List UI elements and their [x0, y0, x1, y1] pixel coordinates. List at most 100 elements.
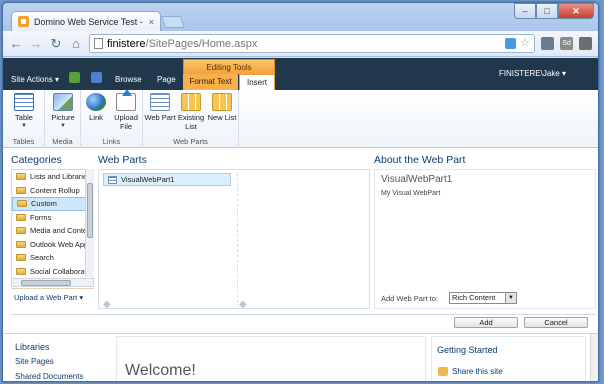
list-item-selected[interactable]: Custom: [12, 197, 92, 211]
tab-format-text[interactable]: Format Text: [183, 74, 238, 90]
new-list-label: New List: [207, 113, 237, 122]
table-icon: [14, 93, 34, 111]
list-item[interactable]: Media and Content: [12, 224, 92, 238]
category-label: Custom: [31, 199, 57, 209]
new-tab-button[interactable]: [160, 16, 186, 28]
list-item[interactable]: Content Rollup: [12, 184, 92, 198]
cancel-button[interactable]: Cancel: [524, 317, 588, 328]
window-controls: – □ ✕: [514, 3, 594, 19]
minimize-button[interactable]: –: [514, 3, 536, 19]
upload-icon: [116, 89, 136, 111]
list-item[interactable]: Forms: [12, 211, 92, 225]
new-list-button[interactable]: New List: [205, 93, 239, 122]
next-page-icon[interactable]: ◆: [239, 299, 247, 310]
list-item[interactable]: Social Collaboration: [12, 265, 92, 279]
web-part-icon: [150, 93, 170, 111]
folder-icon: [16, 173, 26, 181]
table-button[interactable]: Table ▼: [7, 93, 41, 131]
categories-list: Lists and Libraries Content Rollup Custo…: [11, 169, 93, 287]
existing-list-label: Existing List: [177, 113, 205, 131]
page-vertical-scrollbar[interactable]: [590, 334, 598, 381]
web-part-button[interactable]: Web Part: [143, 93, 177, 122]
user-menu[interactable]: FINISTERE\Jake ▾: [499, 69, 566, 78]
picture-button-label: Picture: [51, 113, 75, 122]
editing-tools-group: Editing Tools: [183, 59, 275, 74]
share-icon: [438, 367, 448, 376]
upload-web-part-menu[interactable]: Upload a Web Part ▾: [14, 293, 83, 302]
page-icon: [94, 38, 103, 49]
about-web-part-panel: VisualWebPart1 My Visual WebPart Add Web…: [374, 169, 596, 309]
chevron-down-icon: ▼: [60, 123, 66, 129]
category-label: Lists and Libraries: [30, 172, 91, 182]
existing-list-button[interactable]: Existing List: [174, 93, 208, 131]
quick-launch-heading[interactable]: Libraries: [15, 342, 50, 352]
add-web-part-to-select[interactable]: Rich Content ▼: [449, 292, 517, 304]
web-part-icon: [108, 175, 117, 184]
ribbon-group-label: Tables: [12, 137, 35, 146]
divider: [11, 314, 596, 315]
about-web-part-description: My Visual WebPart: [381, 190, 441, 197]
picture-button[interactable]: Picture ▼: [46, 93, 80, 131]
back-button[interactable]: ←: [9, 37, 23, 50]
bookmark-star-icon[interactable]: ☆: [520, 38, 530, 49]
tab-browse[interactable]: Browse: [115, 75, 142, 84]
tab-insert[interactable]: Insert: [239, 74, 275, 90]
web-part-label: VisualWebPart1: [121, 175, 175, 184]
reload-button[interactable]: ↻: [49, 37, 63, 50]
navigate-up-icon[interactable]: [69, 72, 80, 83]
share-this-site-link[interactable]: Share this site: [452, 367, 503, 376]
chevron-down-icon[interactable]: ▼: [505, 293, 516, 303]
folder-icon: [16, 254, 26, 262]
ribbon-group-label: Media: [52, 137, 73, 146]
upload-file-button[interactable]: Upload File: [109, 89, 143, 131]
list-item[interactable]: Search: [12, 251, 92, 265]
getting-started-heading: Getting Started: [437, 345, 498, 355]
folder-icon: [16, 227, 26, 235]
category-label: Forms: [30, 212, 52, 222]
sharepoint-suite-bar: Site Actions ▾ Browse Page Editing Tools…: [3, 58, 598, 90]
maximize-button[interactable]: □: [536, 3, 558, 19]
globe-link-icon: [86, 93, 106, 111]
extension-icon[interactable]: [505, 38, 517, 49]
url-path: /SitePages/Home.aspx: [145, 37, 258, 50]
home-button[interactable]: ⌂: [69, 37, 83, 50]
site-actions-menu[interactable]: Site Actions ▾: [11, 75, 59, 84]
link-button-label: Link: [89, 113, 103, 122]
list-item[interactable]: Lists and Libraries: [12, 170, 92, 184]
wrench-icon[interactable]: [579, 37, 592, 50]
add-web-part-to-label: Add Web Part to:: [381, 294, 438, 303]
list-item[interactable]: Outlook Web App: [12, 238, 92, 252]
add-button[interactable]: Add: [454, 317, 518, 328]
getting-started-zone: Getting Started Share this site: [431, 336, 586, 381]
address-bar[interactable]: finistere/SitePages/Home.aspx ☆: [89, 34, 535, 53]
categories-horizontal-scrollbar[interactable]: [11, 278, 94, 287]
close-window-button[interactable]: ✕: [558, 3, 594, 19]
ribbon-group-links: Link Upload File Links: [79, 89, 143, 148]
previous-page-icon[interactable]: ◆: [103, 299, 111, 310]
edit-page-icon[interactable]: [91, 72, 102, 83]
about-web-part-name: VisualWebPart1: [381, 174, 453, 185]
picture-icon: [53, 93, 73, 111]
scrollbar-thumb[interactable]: [87, 183, 93, 238]
forward-button[interactable]: →: [29, 37, 43, 50]
list-item-selected[interactable]: VisualWebPart1: [103, 173, 231, 186]
ribbon-group-label: Web Parts: [173, 137, 208, 146]
url-host: finistere: [107, 37, 146, 50]
quick-launch-link[interactable]: Shared Documents: [15, 372, 83, 381]
ribbon: Table ▼ Tables Picture ▼ Media Link Uplo…: [3, 89, 598, 148]
tab-page[interactable]: Page: [157, 75, 176, 84]
tab-strip: Domino Web Service Test - × – □ ✕: [3, 3, 598, 31]
tab-close-icon[interactable]: ×: [149, 17, 154, 27]
main-content-zone[interactable]: Welcome!: [116, 336, 426, 381]
divider: [11, 288, 94, 289]
account-icon[interactable]: Sd: [560, 37, 573, 50]
favicon-icon: [18, 16, 29, 27]
tools-icon[interactable]: [541, 37, 554, 50]
scrollbar-thumb[interactable]: [21, 280, 71, 286]
quick-launch-link[interactable]: Site Pages: [15, 357, 54, 366]
link-button[interactable]: Link: [79, 93, 113, 122]
select-value: Rich Content: [452, 293, 496, 302]
browser-tab[interactable]: Domino Web Service Test - ×: [11, 11, 161, 31]
category-label: Media and Content: [30, 226, 92, 236]
categories-vertical-scrollbar[interactable]: [85, 169, 94, 277]
